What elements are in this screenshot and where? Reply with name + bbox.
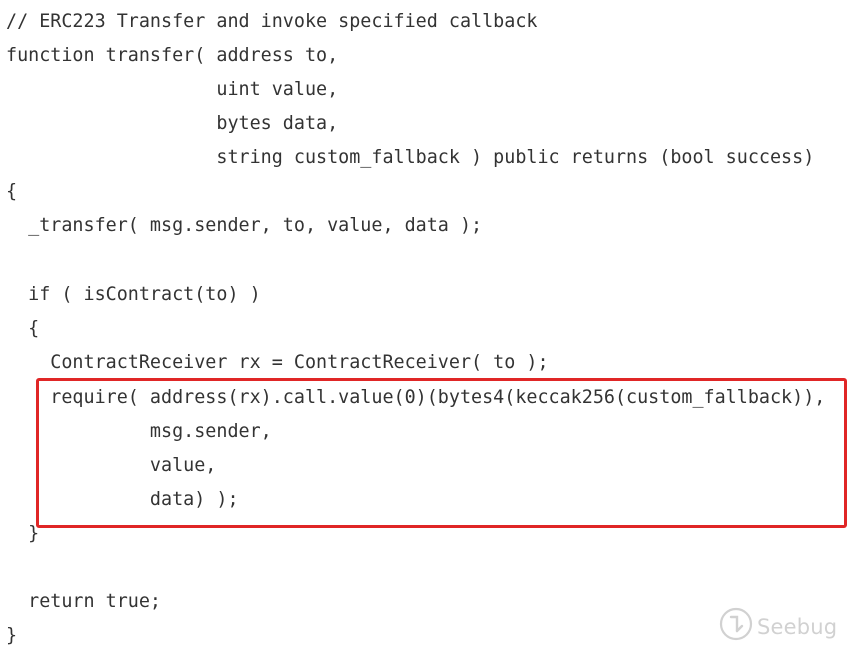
- code-line-receiver-decl: ContractReceiver rx = ContractReceiver( …: [6, 352, 549, 373]
- code-line-close-brace: }: [6, 625, 18, 646]
- code-line-param-fallback: string custom_fallback ) public returns …: [6, 147, 815, 168]
- highlight-box: [36, 378, 847, 528]
- code-line-comment: // ERC223 Transfer and invoke specified …: [6, 11, 538, 32]
- code-line-function-signature: function transfer( address to,: [6, 45, 339, 66]
- code-line-if-contract: if ( isContract(to) ): [6, 284, 261, 305]
- watermark-text: Seebug: [757, 614, 838, 639]
- code-line-transfer-call: _transfer( msg.sender, to, value, data )…: [6, 215, 483, 236]
- code-line-if-open-brace: {: [6, 318, 40, 339]
- code-line-return: return true;: [6, 591, 162, 612]
- code-screenshot: // ERC223 Transfer and invoke specified …: [0, 0, 865, 655]
- watermark: Seebug: [719, 607, 837, 646]
- code-line-param-data: bytes data,: [6, 113, 339, 134]
- code-line-if-close-brace: }: [6, 523, 40, 544]
- code-line-open-brace: {: [6, 181, 18, 202]
- code-line-param-value: uint value,: [6, 79, 339, 100]
- seebug-logo-icon: [719, 607, 753, 646]
